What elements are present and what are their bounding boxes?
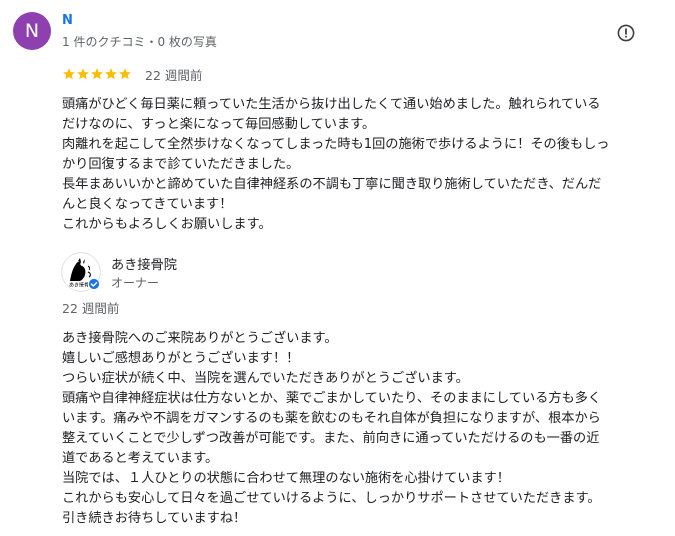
verified-check-icon: [87, 277, 101, 291]
reviewer-avatar[interactable]: N: [13, 12, 51, 50]
text-line: います。痛みや不調をガマンするのも薬を飲むのもそれ自体が負担になりますが、根本か…: [62, 411, 601, 426]
reviewer-name[interactable]: N: [62, 13, 73, 28]
star-icon: [105, 68, 117, 80]
text-line: 引き続きお待ちしていますね！: [62, 511, 247, 526]
text-line: かり回復するまで診ていただきました。: [62, 157, 300, 172]
text-line: これからもよろしくお願いします。: [62, 217, 272, 232]
text-line: んと良くなってきています！: [62, 197, 233, 212]
star-rating: [62, 67, 132, 81]
text-line: だけなのに、すっと楽になって毎回感動しています。: [62, 117, 376, 132]
rating-row: 22 週間前: [62, 66, 203, 83]
text-line: 嬉しいご感想ありがとうございます！！: [62, 351, 300, 366]
star-icon: [91, 68, 103, 80]
owner-name[interactable]: あき接骨院: [111, 254, 177, 273]
reviewer-meta: 1 件のクチコミ・0 枚の写真: [62, 35, 217, 49]
star-icon: [119, 68, 131, 80]
text-line: 肉離れを起こして全然歩けなくなってしまった時も1回の施術で歩けるように！その後も…: [62, 137, 610, 152]
text-line: あき接骨院へのご来院ありがとうございます。: [62, 331, 338, 346]
review-time: 22 週間前: [145, 67, 203, 83]
text-line: つらい症状が続く中、当院を選んでいただきありがとうございます。: [62, 371, 469, 386]
owner-role: オーナー: [111, 276, 160, 290]
star-icon: [77, 68, 89, 80]
review-card: N N 1 件のクチコミ・0 枚の写真 22 週間前 頭痛がひどく毎日薬に頼って…: [0, 0, 675, 536]
text-line: 当院では、１人ひとりの状態に合わせて無理のない施術を心掛けています！: [62, 471, 510, 486]
text-line: 頭痛がひどく毎日薬に頼っていた生活から抜け出したくて通い始めました。触れられてい…: [62, 97, 601, 112]
review-text: 頭痛がひどく毎日薬に頼っていた生活から抜け出したくて通い始めました。触れられてい…: [62, 95, 662, 235]
report-icon[interactable]: [617, 24, 635, 42]
star-icon: [63, 68, 75, 80]
text-line: 整えていくことで少しずつ改善が可能です。また、前向きに通っていただけるのも一番の…: [62, 431, 600, 446]
text-line: 長年まあいいかと諦めていた自律神経系の不調も丁寧に聞き取り施術していただき、だん…: [62, 177, 602, 192]
text-line: これからも安心して日々を過ごせていけるように、しっかりサポートさせていただきます…: [62, 491, 601, 506]
text-line: 頭痛や自律神経症状は仕方ないとか、薬でごまかしていたり、そのままにしている方も多…: [62, 391, 602, 406]
owner-logo-avatar[interactable]: あき接骨院: [61, 252, 101, 292]
text-line: 道であると考えています。: [62, 451, 219, 466]
reply-time: 22 週間前: [62, 301, 120, 316]
owner-reply-text: あき接骨院へのご来院ありがとうございます。 嬉しいご感想ありがとうございます！！ つ…: [62, 329, 662, 529]
